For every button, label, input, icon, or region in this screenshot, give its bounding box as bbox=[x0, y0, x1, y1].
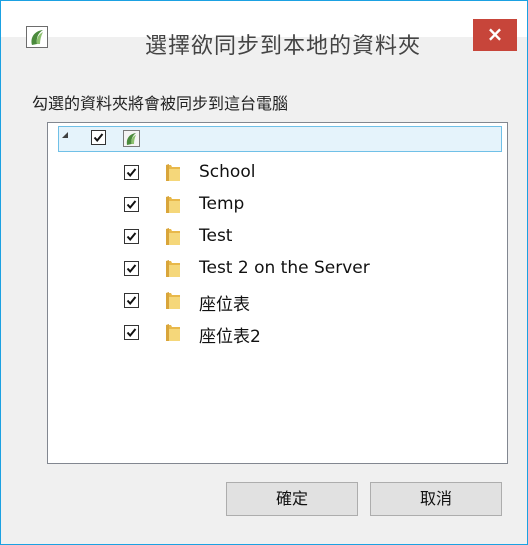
root-app-icon bbox=[123, 130, 140, 147]
folder-label: Test 2 on the Server bbox=[199, 258, 370, 278]
folder-checkbox[interactable] bbox=[124, 325, 139, 340]
folder-label: 座位表2 bbox=[199, 327, 261, 347]
folder-checkbox[interactable] bbox=[124, 261, 139, 276]
folder-label: School bbox=[199, 162, 256, 182]
tree-item[interactable]: School bbox=[0, 157, 528, 189]
folder-icon bbox=[166, 196, 180, 213]
folder-icon bbox=[166, 324, 180, 341]
tree-item[interactable]: Test bbox=[0, 221, 528, 253]
close-button[interactable]: × bbox=[473, 19, 517, 51]
tree-item[interactable]: 座位表 bbox=[0, 285, 528, 317]
folder-label: Temp bbox=[199, 194, 245, 214]
instruction-text: 勾選的資料夾將會被同步到這台電腦 bbox=[32, 94, 289, 113]
cancel-button[interactable]: 取消 bbox=[370, 482, 502, 516]
tree-item[interactable]: 座位表2 bbox=[0, 317, 528, 349]
folder-icon bbox=[166, 164, 180, 181]
tree-item[interactable]: Temp bbox=[0, 189, 528, 221]
folder-label: Test bbox=[199, 226, 233, 246]
tree-item[interactable]: Test 2 on the Server bbox=[0, 253, 528, 285]
folder-label: 座位表 bbox=[199, 295, 250, 315]
folder-checkbox[interactable] bbox=[124, 293, 139, 308]
folder-checkbox[interactable] bbox=[124, 197, 139, 212]
folder-checkbox[interactable] bbox=[124, 229, 139, 244]
window-title: 選擇欲同步到本地的資料夾 bbox=[144, 34, 421, 59]
folder-icon bbox=[166, 228, 180, 245]
folder-checkbox[interactable] bbox=[124, 165, 139, 180]
ok-button[interactable]: 確定 bbox=[226, 482, 358, 516]
root-checkbox[interactable] bbox=[91, 130, 106, 145]
expand-toggle-icon[interactable] bbox=[62, 132, 68, 138]
folder-icon bbox=[166, 260, 180, 277]
folder-icon bbox=[166, 292, 180, 309]
